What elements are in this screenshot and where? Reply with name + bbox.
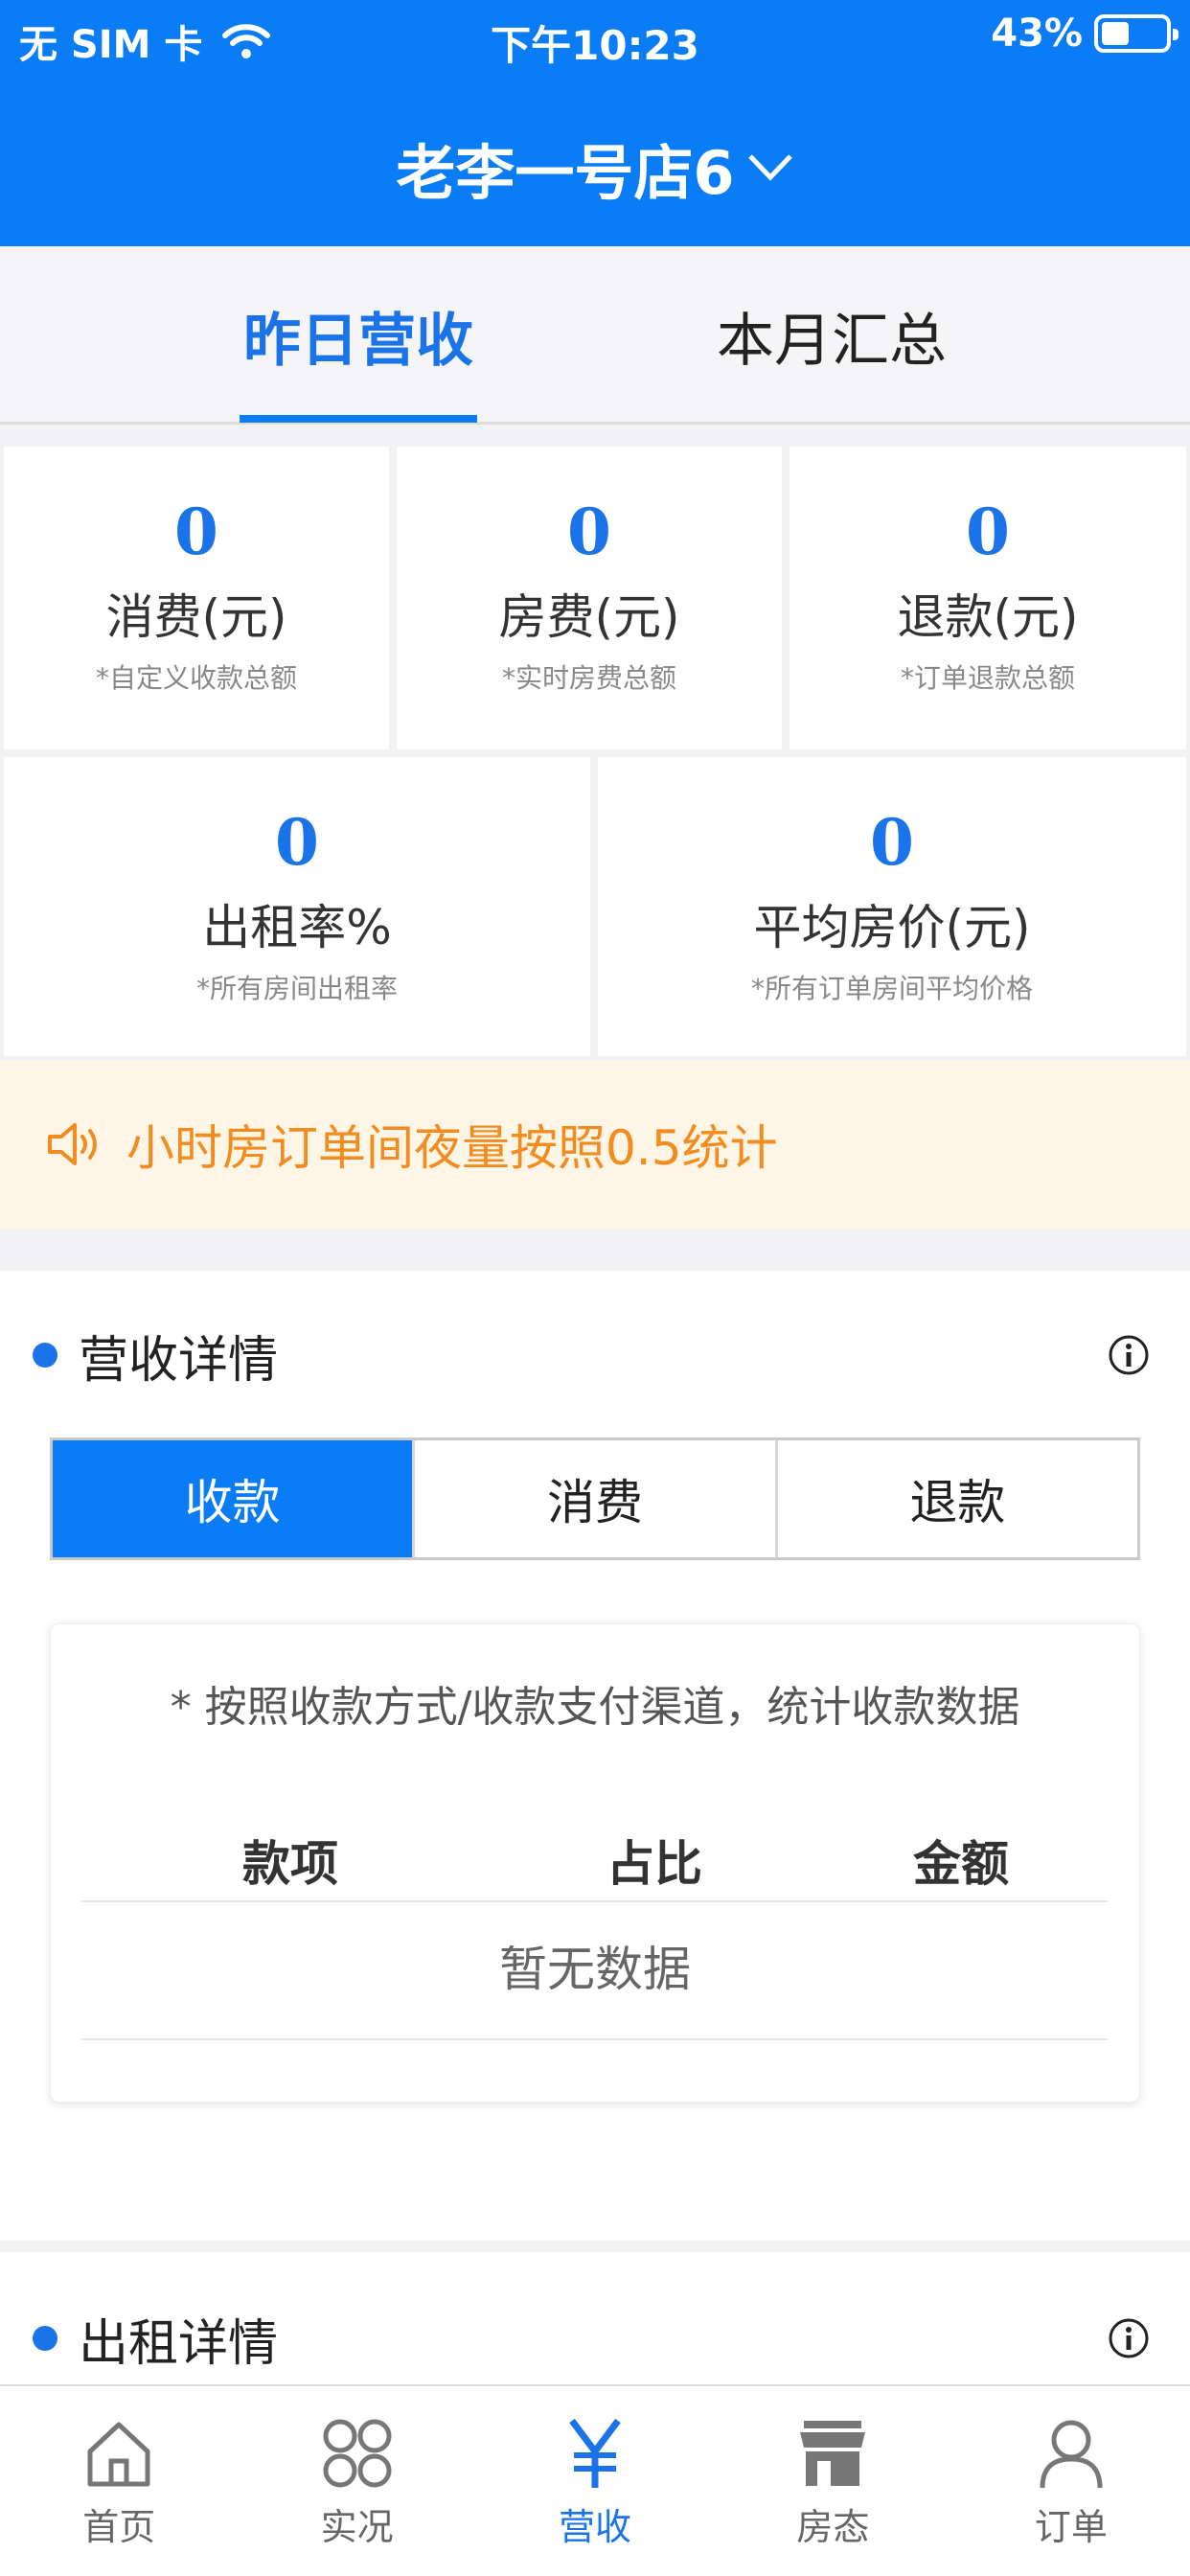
revenue-table-panel: * 按照收款方式/收款支付渠道，统计收款数据 款项 占比 金额 暂无数据 (50, 1623, 1140, 2103)
stat-card-occupancy: 0 出租率% *所有房间出租率 (4, 757, 590, 1056)
stat-label: 房费(元) (498, 589, 680, 645)
store-name: 老李一号店6 (396, 138, 735, 208)
revenue-section-header: 营收详情 (0, 1317, 1190, 1393)
nav-live[interactable]: 实况 (238, 2386, 475, 2576)
status-right: 43% (991, 12, 1179, 56)
stat-label: 出租率% (202, 900, 392, 955)
notice-banner: 小时房订单间夜量按照0.5统计 (0, 1060, 1190, 1229)
battery-fill (1102, 22, 1129, 45)
nav-room-status[interactable]: 房态 (714, 2386, 951, 2576)
period-tabs: 昨日营收 本月汇总 (0, 246, 1190, 425)
stat-card-room-fee: 0 房费(元) *实时房费总额 (397, 447, 782, 749)
nav-home[interactable]: 首页 (0, 2386, 238, 2576)
battery-icon (1094, 14, 1179, 53)
chevron-down-icon (747, 154, 792, 181)
tab-yesterday[interactable]: 昨日营收 (240, 246, 477, 425)
active-tab-indicator (240, 415, 477, 423)
stat-sub: *所有订单房间平均价格 (750, 973, 1033, 1004)
section-dot (33, 2326, 57, 2351)
segment-consumption[interactable]: 消费 (415, 1440, 778, 1557)
stat-value: 0 (966, 494, 1010, 569)
info-icon[interactable] (1108, 1334, 1150, 1376)
bottom-tab-bar: 首页 实况 营收 房态 订单 (0, 2384, 1190, 2576)
yen-icon (569, 2418, 621, 2488)
stat-sub: *自定义收款总额 (95, 662, 297, 694)
tab-month-summary[interactable]: 本月汇总 (713, 246, 950, 425)
segment-collection[interactable]: 收款 (53, 1440, 416, 1557)
column-amount: 金额 (913, 1836, 1009, 1892)
speaker-icon (48, 1123, 97, 1165)
section-dot (33, 1343, 57, 1368)
nav-label: 营收 (559, 2506, 632, 2548)
revenue-segment-control: 收款 消费 退款 (50, 1438, 1140, 1560)
stat-label: 平均房价(元) (753, 900, 1031, 955)
stat-label: 消费(元) (105, 589, 287, 645)
grid-icon (323, 2419, 392, 2488)
battery-percent: 43% (991, 12, 1083, 56)
stat-value: 0 (567, 494, 611, 569)
revenue-page: 无 SIM 卡 下午10:23 43% 老李一号店6 昨日营收 本月汇总 0 消… (0, 0, 1190, 2576)
stat-sub: *实时房费总额 (501, 662, 676, 694)
stat-card-avg-price: 0 平均房价(元) *所有订单房间平均价格 (598, 757, 1186, 1056)
nav-revenue[interactable]: 营收 (476, 2386, 714, 2576)
rental-section-header: 出租详情 (0, 2300, 1190, 2377)
stat-sub: *所有房间出租率 (195, 973, 398, 1004)
revenue-table-header: 款项 占比 金额 (81, 1806, 1109, 1902)
rental-section-title: 出租详情 (79, 2314, 279, 2373)
column-item: 款项 (242, 1836, 338, 1892)
revenue-note: * 按照收款方式/收款支付渠道，统计收款数据 (170, 1683, 1020, 1732)
home-icon (87, 2422, 150, 2487)
top-bar: 无 SIM 卡 下午10:23 43% 老李一号店6 (0, 0, 1190, 246)
stat-card-consumption: 0 消费(元) *自定义收款总额 (4, 447, 389, 749)
nav-orders[interactable]: 订单 (952, 2386, 1190, 2576)
stat-card-refund: 0 退款(元) *订单退款总额 (790, 447, 1186, 749)
stat-sub: *订单退款总额 (900, 662, 1075, 694)
store-selector[interactable]: 老李一号店6 (0, 125, 1190, 211)
user-icon (1040, 2420, 1103, 2489)
stat-value: 0 (870, 805, 914, 880)
status-bar: 无 SIM 卡 下午10:23 43% (0, 0, 1190, 80)
info-icon[interactable] (1108, 2317, 1150, 2359)
stat-value: 0 (174, 494, 218, 569)
battery-nub (1173, 29, 1179, 40)
segment-refund[interactable]: 退款 (777, 1440, 1137, 1557)
column-ratio: 占比 (606, 1836, 702, 1892)
stat-value: 0 (275, 805, 319, 880)
nav-label: 房态 (796, 2506, 870, 2548)
empty-state: 暂无数据 (81, 1921, 1109, 2040)
nav-label: 实况 (320, 2506, 394, 2548)
store-icon (800, 2421, 866, 2486)
notice-text: 小时房订单间夜量按照0.5统计 (126, 1120, 778, 1176)
nav-label: 首页 (82, 2506, 156, 2548)
nav-label: 订单 (1034, 2506, 1108, 2548)
revenue-section-title: 营收详情 (79, 1331, 279, 1390)
stat-label: 退款(元) (897, 589, 1079, 645)
